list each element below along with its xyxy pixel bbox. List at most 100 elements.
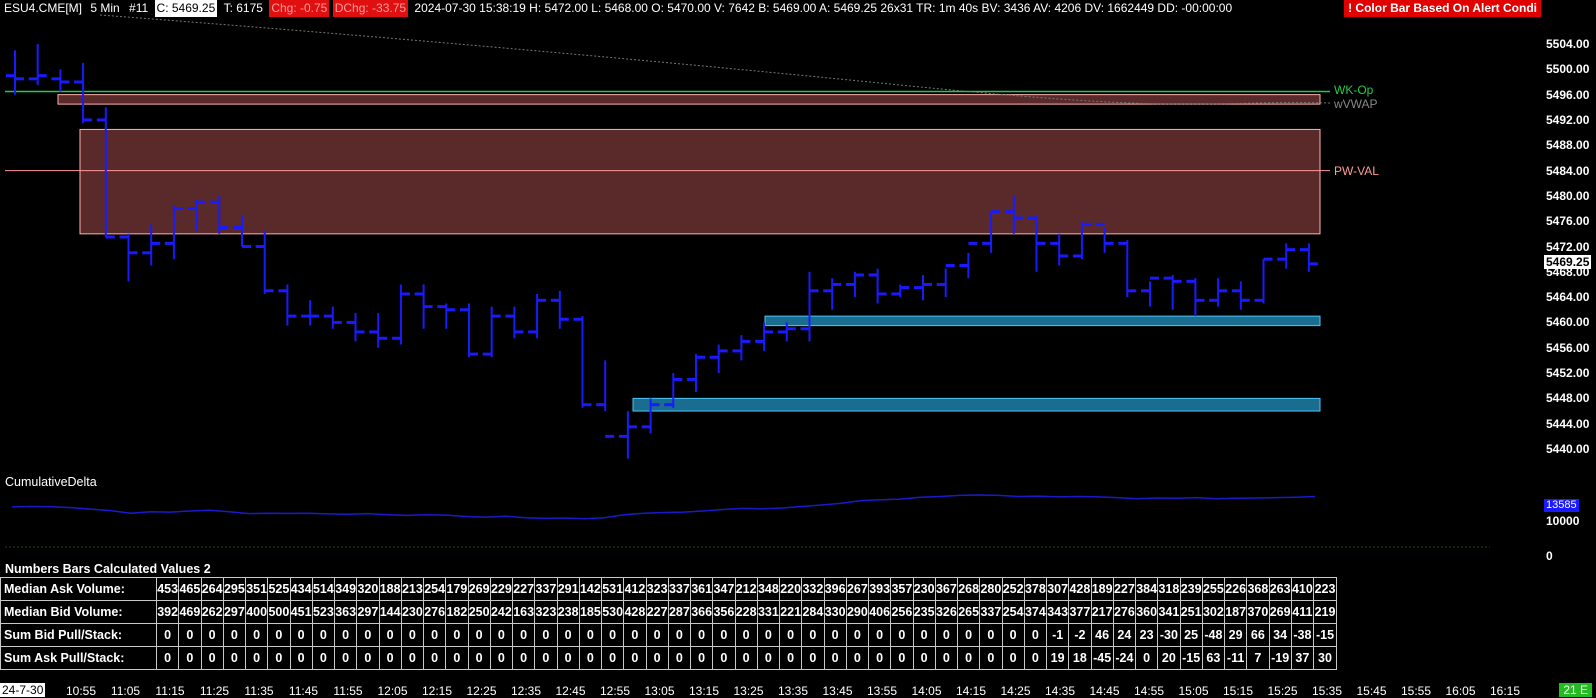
table-row: Median Bid Volume: 392 469 262 297 400 500 451 5… [0,600,1337,624]
numbers-bars-table: Median Ask Volume: 453 465 264 295 351 525 434 5… [0,577,1337,670]
table-cell: 392 [155,600,180,624]
table-cell: 0 [979,646,1003,670]
price-bar [1118,240,1137,298]
table-cell: 0 [689,623,714,647]
table-cell: 428 [623,600,647,624]
table-cell: -24 [1112,646,1137,670]
table-cell: 0 [178,623,202,647]
table-cell: 46 [1090,623,1114,647]
price-bar [1163,274,1182,310]
value-area-zone [57,94,1321,105]
table-cell: 0 [734,623,758,647]
table-cell: 239 [1179,577,1203,601]
table-cell: 290 [845,600,870,624]
table-cell: 255 [1201,577,1226,601]
table-cell: 144 [378,600,402,624]
price-bar [596,360,615,438]
time-tick: 12:45 [555,684,586,698]
table-cell: 434 [289,577,313,601]
table-cell: 367 [934,577,959,601]
table-cell: 0 [867,623,892,647]
table-cell: 226 [1223,577,1248,601]
table-cell: 251 [1179,600,1203,624]
table-cell: -38 [1290,623,1315,647]
table-cell: 337 [979,600,1003,624]
table-cell: 182 [445,600,469,624]
table-cell: 0 [511,623,536,647]
table-cell: 0 [400,623,425,647]
table-cell: 0 [667,646,692,670]
price-bar [687,354,705,393]
price-bar [460,303,478,358]
price-tick: 5476.00 [1546,214,1590,229]
time-tick: 14:55 [1133,684,1165,698]
table-cell: -11 [1223,646,1248,670]
table-cell: 220 [778,577,803,601]
table-cell: 263 [1268,577,1292,601]
time-tick: 15:45 [1356,684,1387,698]
table-cell: 0 [467,623,491,647]
price-bar [1050,233,1069,266]
time-tick: 15:55 [1400,684,1432,698]
table-cell: 0 [801,646,825,670]
table-cell: 0 [244,623,269,647]
table-cell: 30 [1313,646,1337,670]
time-tick: 12:05 [377,684,408,698]
table-cell: 0 [600,646,625,670]
table-cell: 297 [222,600,247,624]
table-cell: 0 [778,646,803,670]
table-cell: 337 [667,577,692,601]
time-tick: 13:35 [777,684,809,698]
table-cell: 0 [534,623,558,647]
time-tick: 13:55 [866,684,898,698]
table-cell: 219 [1313,600,1337,624]
table-cell: 360 [1134,600,1159,624]
table-cell: 0 [845,623,870,647]
table-cell: 189 [1090,577,1114,601]
price-tick: 5444.00 [1546,416,1590,431]
time-tick: 15:05 [1178,684,1209,698]
time-tick: 13:25 [733,684,764,698]
pw-val-label: PW-VAL [1334,164,1379,178]
time-tick: 14:45 [1089,684,1120,698]
table-cell: 230 [912,577,936,601]
time-tick: 12:15 [421,684,453,698]
row-label: Median Bid Volume: [0,600,157,624]
table-cell: 0 [556,623,580,647]
time-axis[interactable]: 10:55 11:05 11:15 11:25 11:35 11:45 11:55 12:05… [0,683,1596,698]
price-bar [1299,243,1318,272]
table-cell: 0 [445,646,469,670]
table-cell: 0 [712,623,736,647]
table-cell: 469 [178,600,202,624]
time-tick: 10:55 [65,684,97,698]
cumulative-delta-line [11,494,1316,520]
table-cell: 262 [200,600,224,624]
table-cell: 0 [289,646,313,670]
table-cell: 0 [445,623,469,647]
table-cell: 185 [578,600,603,624]
table-cell: 252 [1001,577,1025,601]
time-tick: 11:05 [110,684,141,698]
table-cell: 0 [333,623,358,647]
corner-status-badge[interactable]: 21 E [1559,683,1592,697]
table-cell: 228 [734,600,758,624]
table-cell: 525 [267,577,291,601]
price-bar [800,271,819,342]
price-bar [823,278,842,310]
table-cell: 0 [155,623,180,647]
table-cell: 34 [1268,623,1292,647]
table-cell: 0 [667,623,692,647]
table-cell: 0 [823,646,847,670]
price-tick: 5440.00 [1546,442,1590,456]
time-tick: 16:05 [1445,684,1476,698]
table-cell: 29 [1223,623,1248,647]
price-bar [573,316,592,408]
table-cell: 0 [956,623,981,647]
time-tick: 14:05 [911,684,942,698]
time-tick: 14:25 [1000,684,1031,698]
price-bar [323,306,342,329]
table-cell: 284 [801,600,825,624]
table-cell: 179 [445,577,469,601]
price-bar [755,322,774,351]
price-bar [482,306,501,358]
